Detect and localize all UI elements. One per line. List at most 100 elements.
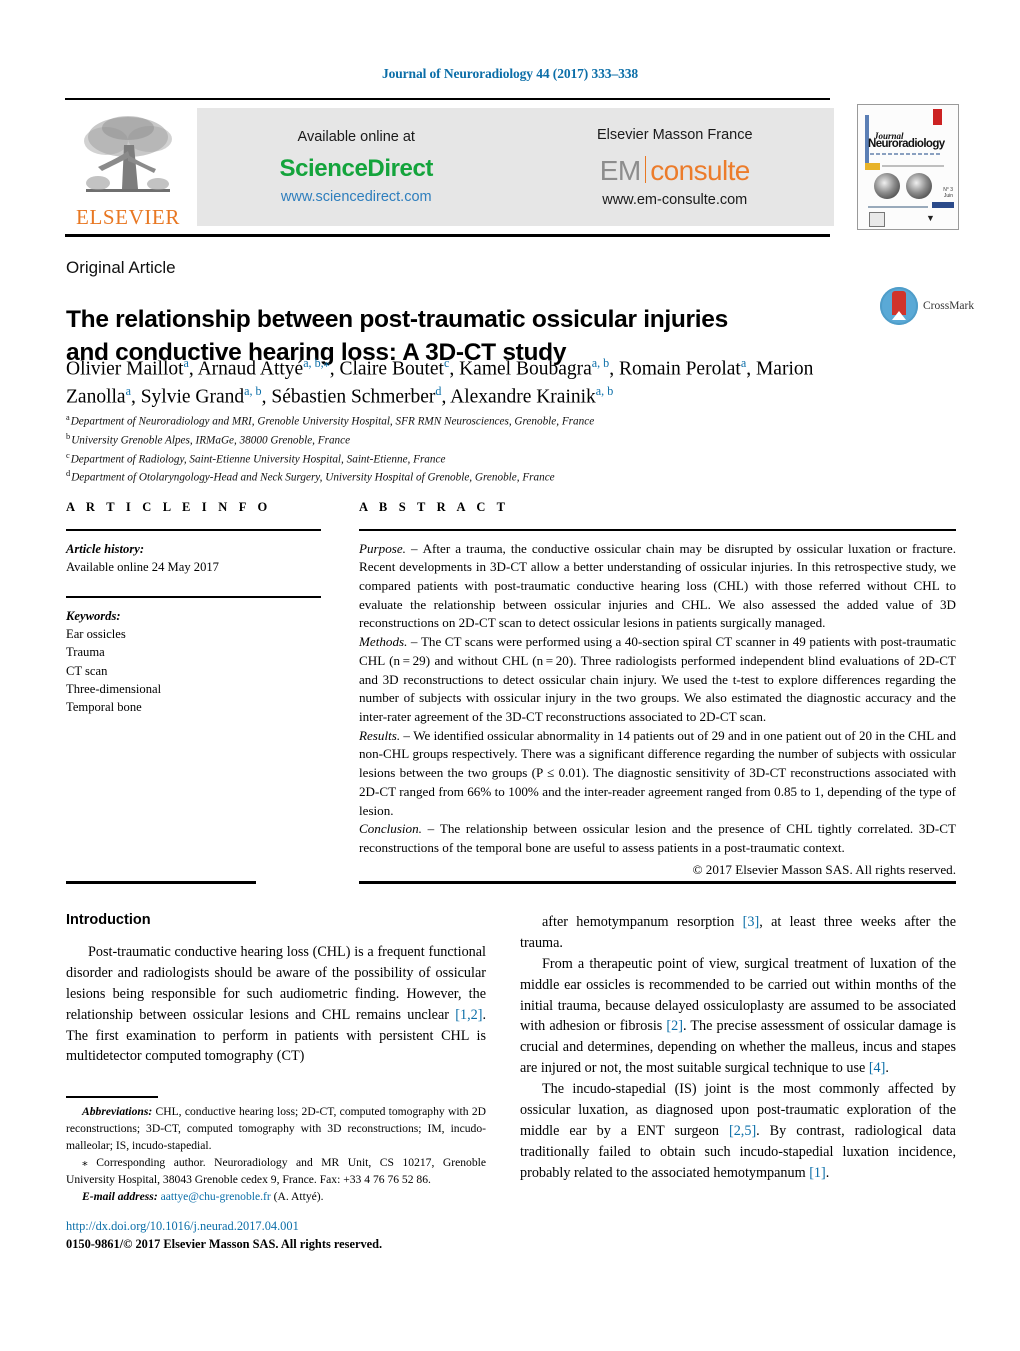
publisher-label: Elsevier Masson France [596,126,753,143]
citation-ref[interactable]: [2,5] [729,1123,756,1139]
keyword-item: Ear ossicles [66,626,126,641]
body-paragraph: From a therapeutic point of view, surgic… [520,955,956,1077]
doi-link[interactable]: http://dx.doi.org/10.1016/j.neurad.2017.… [66,1218,496,1236]
citation-ref[interactable]: [3] [743,914,760,930]
abstract-paragraph: Results. – We identified ossicular abnor… [359,727,956,818]
abstract-paragraph-label: Purpose. – [359,540,423,556]
abstract-paragraph: Conclusion. – The relationship between o… [359,821,956,855]
elsevier-tree-icon [76,111,180,203]
sciencedirect-block: Available online at ScienceDirect www.sc… [197,108,516,226]
footnote-email: E-mail address: aattye@chu-grenoble.fr (… [82,1189,324,1203]
cover-yellow-block [865,163,880,170]
keywords-heading: Keywords: [66,608,121,623]
cover-publisher-mark: ▼ [926,213,935,223]
emconsulte-suffix: consulte [650,154,750,186]
abbreviations-label: Abbreviations: [82,1105,153,1118]
article-page: Journal of Neuroradiology 44 (2017) 333–… [0,0,1020,1351]
emconsulte-block: Elsevier Masson France EM consulte www.e… [516,108,835,226]
article-info-rule [66,529,321,531]
cover-artwork: Journal Neuroradiology N° 3 Juin ▼ [858,105,958,229]
cover-grey-line [882,165,944,167]
cover-footer-logo [869,212,885,227]
affiliation-item: aDepartment of Neuroradiology and MRI, G… [66,413,595,428]
affiliation-item: cDepartment of Radiology, Saint-Etienne … [66,450,446,466]
body-column-right: after hemotympanum resorption [3], at le… [520,912,956,1183]
crossmark-label: CrossMark [923,300,975,312]
elsevier-logo: ELSEVIER [68,104,188,230]
keyword-item: Temporal bone [66,700,142,715]
email-link[interactable]: aattye@chu-grenoble.fr [161,1190,271,1203]
article-type-label: Original Article [66,258,176,277]
article-info-heading: A R T I C L E I N F O [66,500,272,514]
emconsulte-url-link[interactable]: www.em-consulte.com [602,192,747,208]
cover-brain-scan-right [906,173,932,199]
abstract-paragraph-label: Conclusion. – [359,821,440,837]
footnote-block: Abbreviations: CHL, conductive hearing l… [66,1104,486,1206]
crossmark-icon [880,287,918,325]
elsevier-wordmark: ELSEVIER [76,205,180,229]
journal-cover-thumbnail: Journal Neuroradiology N° 3 Juin ▼ [857,104,959,230]
crossmark-badge[interactable]: CrossMark [880,287,974,325]
body-paragraph: Post-traumatic conductive hearing loss (… [66,944,486,1065]
header-rule-bottom [65,234,830,237]
citation-ref[interactable]: [1,2] [455,1007,482,1023]
affiliation-marker: c [66,450,70,460]
citation-ref[interactable]: [2] [666,1018,683,1034]
available-online-label: Available online at [297,129,415,145]
intro-paragraphs-left: Post-traumatic conductive hearing loss (… [66,942,486,1067]
emconsulte-logo: EM consulte [600,153,750,185]
issn-copyright-line: 0150-9861/© 2017 Elsevier Masson SAS. Al… [66,1236,383,1251]
article-info-column: A R T I C L E I N F O Article history: A… [66,500,321,717]
affiliation-marker: a [66,413,70,422]
article-history-heading: Article history: [66,541,145,556]
body-paragraph: The incudo-stapedial (IS) joint is the m… [520,1081,956,1181]
intro-paragraphs-right: after hemotympanum resorption [3], at le… [520,912,956,1183]
article-history: Article history: Available online 24 May… [66,540,321,577]
abstract-paragraph: Purpose. – After a trauma, the conductiv… [359,540,956,631]
body-column-left: Introduction Post-traumatic conductive h… [66,912,486,1067]
keyword-item: CT scan [66,663,108,678]
header-rule-top [65,98,830,100]
journal-reference: Journal of Neuroradiology 44 (2017) 333–… [381,66,639,81]
citation-ref[interactable]: [1] [809,1165,826,1181]
cover-red-bar [933,109,942,125]
body-paragraph: after hemotympanum resorption [3], at le… [520,914,956,951]
article-history-value: Available online 24 May 2017 [66,559,219,574]
abstract-paragraph-label: Methods. – [359,634,421,650]
cover-bottom-line [868,206,928,208]
keywords-block: Keywords: Ear ossicles Trauma CT scan Th… [66,607,321,717]
emconsulte-prefix: EM [599,154,642,186]
keyword-item: Trauma [66,645,105,660]
author-list: Olivier Maillota, Arnaud Attyéa, b,⁎, Cl… [66,356,814,408]
footnote-rule [66,1096,158,1098]
cover-issue-number: N° 3 Juin [943,187,953,200]
keyword-item: Three-dimensional [66,682,162,696]
body-rule-left [66,881,256,884]
abstract-column: A B S T R A C T Purpose. – After a traum… [359,500,956,879]
abstract-paragraph-label: Results. – [359,727,414,743]
doi-block: http://dx.doi.org/10.1016/j.neurad.2017.… [66,1218,496,1254]
abstract-heading: A B S T R A C T [359,500,510,514]
abstract-paragraph: Methods. – The CT scans were performed u… [359,634,956,724]
publisher-banner: Available online at ScienceDirect www.sc… [197,108,834,226]
email-label: E-mail address: [82,1189,158,1203]
emconsulte-divider [644,155,647,183]
abstract-rule [359,529,956,531]
section-heading-introduction: Introduction [66,912,151,928]
keywords-rule [66,596,321,598]
footnote-abbreviations: Abbreviations: CHL, conductive hearing l… [66,1105,486,1152]
cover-subtitle-line [870,153,942,155]
cover-journal-name: Neuroradiology [868,138,945,150]
abstract-body: Purpose. – After a trauma, the conductiv… [359,540,956,880]
affiliation-marker: d [66,469,71,479]
cover-blue-bar [932,202,954,208]
affiliation-marker: b [66,431,71,441]
citation-ref[interactable]: [4] [869,1060,886,1076]
affiliation-item: dDepartment of Otolaryngology-Head and N… [66,469,555,484]
affiliation-item: bUniversity Grenoble Alpes, IRMaGe, 3800… [66,431,351,447]
body-rule-right [359,881,956,884]
sciencedirect-logo: ScienceDirect [279,155,434,182]
cover-brain-scan-left [874,173,900,199]
footnote-corresponding-author: ⁎ Corresponding author. Neuroradiology a… [66,1155,486,1186]
sciencedirect-url-link[interactable]: www.sciencedirect.com [281,189,432,205]
